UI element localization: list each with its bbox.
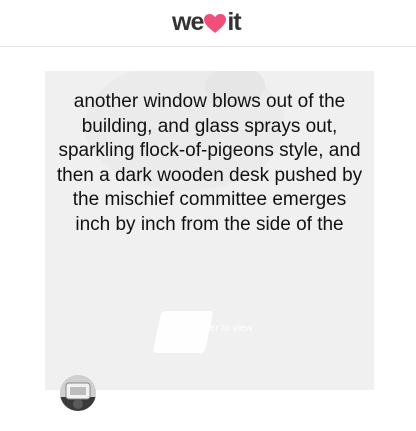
mouse-over-hint[interactable]: mouse over to view — [45, 323, 374, 334]
weheartit-logo[interactable]: we it — [172, 7, 242, 36]
top-header: we it — [0, 0, 416, 47]
heart-icon — [204, 12, 227, 33]
logo-text-we: we — [172, 7, 204, 36]
post-quote-text: another window blows out of the building… — [56, 91, 363, 235]
avatar-image — [60, 375, 96, 411]
logo-text-it: it — [227, 7, 241, 36]
user-avatar[interactable] — [60, 375, 96, 411]
post-card[interactable]: another window blows out of the building… — [45, 71, 374, 390]
